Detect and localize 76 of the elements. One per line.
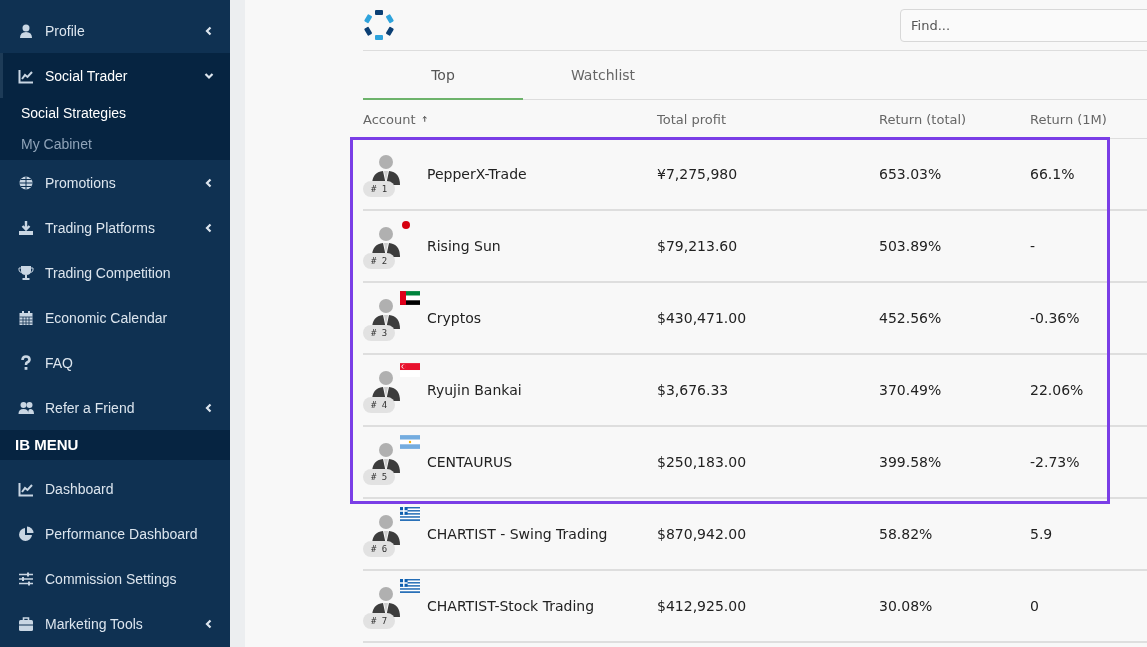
account-name[interactable]: CHARTIST-Stock Trading [427,598,595,614]
sidebar-item[interactable]: Economic Calendar [0,295,230,340]
tab[interactable]: Watchlist [523,51,683,100]
section-heading: IB MENU [0,430,230,460]
table-cell: 5.9 [1030,526,1053,542]
sliders-icon [18,570,34,587]
flag-icon [400,363,420,377]
table-cell: 58.82% [879,526,933,542]
globe-icon [18,174,34,191]
account-name[interactable]: CHARTIST - Swing Trading [427,526,608,542]
table-cell: 503.89% [879,238,942,254]
logo-icon [363,9,395,41]
table-cell: 30.08% [879,598,933,614]
sort-arrow-icon [421,113,427,125]
table-cell: 399.58% [879,454,942,470]
rank-badge: # 7 [363,613,396,629]
table-cell: 370.49% [879,382,942,398]
account-name[interactable]: Cryptos [427,310,482,326]
users-icon [18,399,34,416]
table-cell: ¥7,275,980 [657,166,738,182]
account-name[interactable]: Ryujin Bankai [427,382,522,398]
table-cell: 22.06% [1030,382,1084,398]
table-cell: 653.03% [879,166,942,182]
sidebar-item[interactable]: Marketing Tools [0,601,230,646]
submenu-item[interactable]: My Cabinet [0,129,230,160]
column-header[interactable]: Account [363,111,416,127]
table-cell: -0.36% [1030,310,1080,326]
sidebar-item[interactable]: Refer a Friend [0,385,230,430]
question-icon [18,354,34,371]
rank-badge: # 3 [363,325,396,341]
sidebar-item[interactable]: Profile [0,8,230,53]
table-cell: $250,183.00 [657,454,747,470]
flag-icon [400,291,420,305]
rank-badge: # 4 [363,397,396,413]
table-cell: $3,676.33 [657,382,729,398]
search-field[interactable]: Find... [900,8,1147,42]
account-name[interactable]: PepperX-Trade [427,166,527,182]
user-icon [18,22,34,39]
sidebar-item[interactable]: Trading Competition [0,250,230,295]
table-cell: $79,213.60 [657,238,738,254]
table-cell: $430,471.00 [657,310,747,326]
tab[interactable]: Top [363,51,523,100]
calendar-icon [18,309,34,326]
pie-icon [18,525,34,542]
flag-icon [400,507,420,521]
table-cell: 66.1% [1030,166,1075,182]
flag-icon [400,219,412,231]
table-cell: -2.73% [1030,454,1080,470]
sidebar-item[interactable]: FAQ [0,340,230,385]
table-cell: $412,925.00 [657,598,747,614]
flag-icon [400,435,420,449]
sidebar-item[interactable]: Dashboard [0,466,230,511]
table-cell: 0 [1030,598,1039,614]
briefcase-icon [18,615,34,632]
sidebar-item[interactable]: Trading Platforms [0,205,230,250]
sidebar-item[interactable]: Commission Settings [0,556,230,601]
table-cell: 452.56% [879,310,942,326]
sidebar-item[interactable]: Promotions [0,160,230,205]
rank-badge: # 1 [363,181,396,197]
account-name[interactable]: Rising Sun [427,238,501,254]
trophy-icon [18,264,34,281]
download-icon [18,219,34,236]
submenu-item[interactable]: Social Strategies [0,98,230,129]
rank-badge: # 6 [363,541,396,557]
table-cell: $870,942.00 [657,526,747,542]
account-name[interactable]: CENTAURUS [427,454,513,470]
rank-badge: # 5 [363,469,396,485]
chart-icon [18,480,34,497]
column-header[interactable]: Return (total) [879,111,967,127]
column-header[interactable]: Total profit [657,111,727,127]
chart-icon [18,67,34,84]
table-cell: - [1030,238,1036,254]
column-header[interactable]: Return (1M) [1030,111,1107,127]
sidebar-item[interactable]: Performance Dashboard [0,511,230,556]
rank-badge: # 2 [363,253,396,269]
flag-icon [400,579,420,593]
